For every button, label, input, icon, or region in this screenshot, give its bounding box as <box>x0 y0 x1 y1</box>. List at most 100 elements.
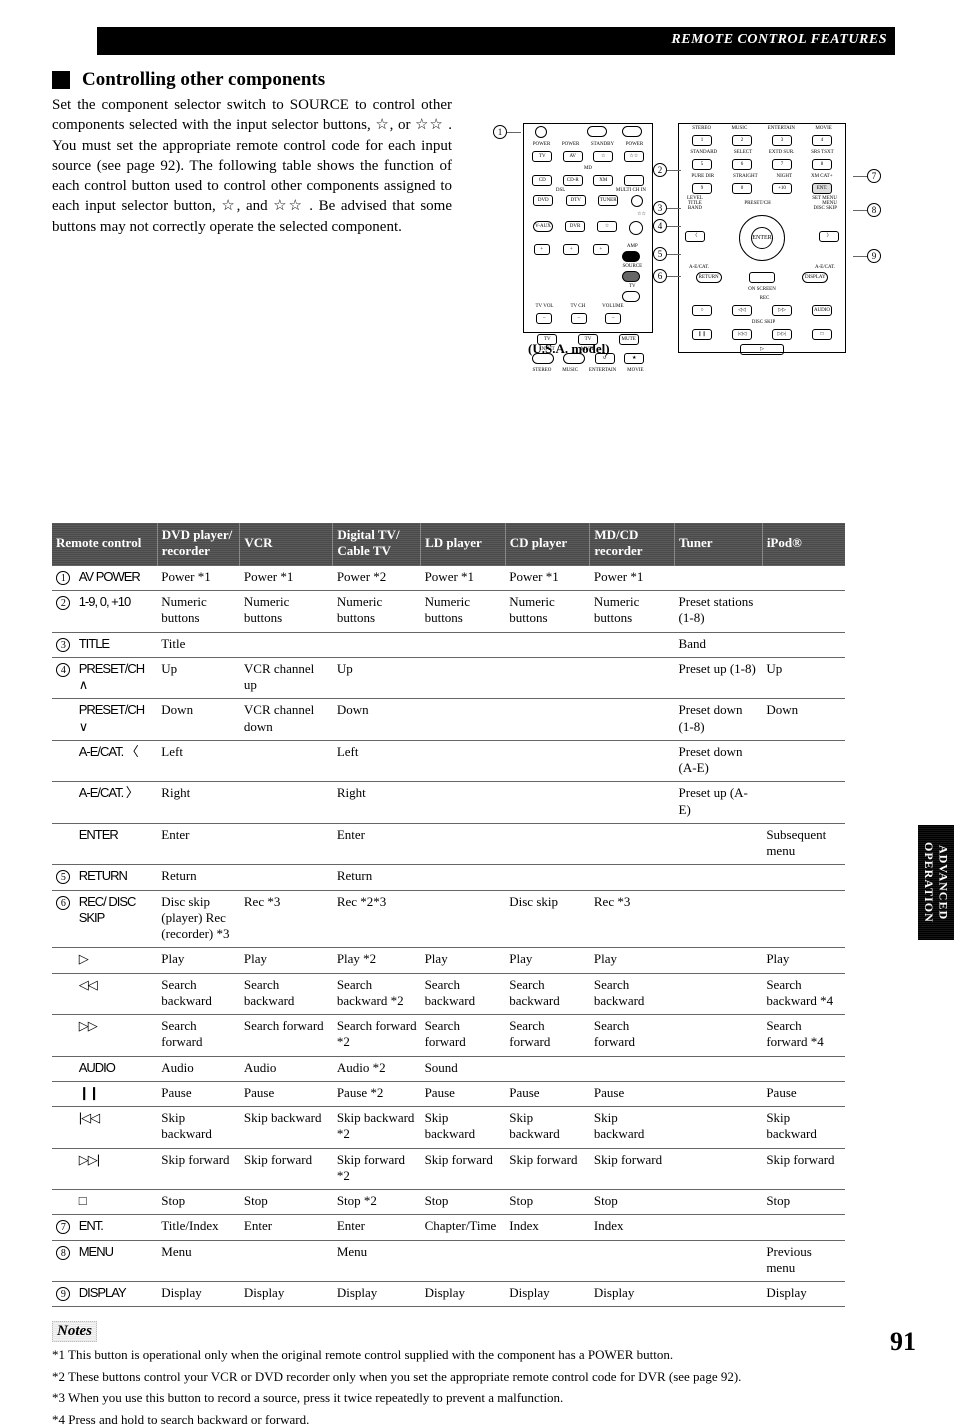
table-cell: Index <box>590 1215 675 1240</box>
table-cell: Pause <box>240 1081 333 1106</box>
table-cell: Display <box>421 1282 506 1307</box>
table-cell: Pause <box>590 1081 675 1106</box>
table-cell <box>675 1215 763 1240</box>
table-cell: Skip forward <box>505 1148 590 1190</box>
remote-control-label: PRESET/CH ∧ <box>75 657 158 699</box>
table-cell: Stop <box>590 1190 675 1215</box>
table-row: 5RETURNReturnReturn <box>52 865 845 890</box>
table-cell: Skip backward <box>240 1107 333 1149</box>
table-cell <box>675 1282 763 1307</box>
table-cell <box>505 865 590 890</box>
table-cell: Down <box>333 699 421 741</box>
table-cell: Skip backward <box>505 1107 590 1149</box>
remote-control-label: AV POWER <box>75 565 158 590</box>
table-row: ENTEREnterEnterSubsequent menu <box>52 823 845 865</box>
table-cell <box>590 823 675 865</box>
table-cell: Display <box>590 1282 675 1307</box>
table-cell: Search backward <box>157 973 240 1015</box>
table-cell: Chapter/Time <box>421 1215 506 1240</box>
table-cell: Power *1 <box>240 565 333 590</box>
table-row: A-E/CAT. 〈LeftLeftPreset down (A-E) <box>52 740 845 782</box>
table-cell: Play <box>505 948 590 973</box>
table-row: ▷PlayPlayPlay *2PlayPlayPlayPlay <box>52 948 845 973</box>
table-cell: Stop <box>762 1190 845 1215</box>
header-bar: REMOTE CONTROL FEATURES <box>97 27 895 55</box>
remote-control-label: REC/ DISC SKIP <box>75 890 158 948</box>
table-cell <box>675 890 763 948</box>
col-cd: CD player <box>505 523 590 566</box>
table-cell <box>675 1015 763 1057</box>
table-cell: Numeric buttons <box>333 591 421 633</box>
table-cell: Skip forward *2 <box>333 1148 421 1190</box>
table-cell: Play <box>240 948 333 973</box>
table-cell: Display <box>505 1282 590 1307</box>
table-row: 7ENT.Title/IndexEnterEnterChapter/TimeIn… <box>52 1215 845 1240</box>
table-cell: Right <box>333 782 421 824</box>
table-cell <box>240 740 333 782</box>
usa-model-label: (U.S.A. model) <box>528 341 610 357</box>
table-cell: Audio <box>157 1056 240 1081</box>
table-cell <box>421 865 506 890</box>
table-cell: Play <box>421 948 506 973</box>
table-cell: Skip forward <box>240 1148 333 1190</box>
remote-control-label: ENT. <box>75 1215 158 1240</box>
remote-right: STEREOMUSICENTERTAINMOVIE 1234 STANDARDS… <box>678 123 846 353</box>
table-cell: Subsequent menu <box>762 823 845 865</box>
table-cell: Up <box>157 657 240 699</box>
table-cell: Search backward <box>240 973 333 1015</box>
table-cell: Rec *3 <box>240 890 333 948</box>
table-cell <box>421 699 506 741</box>
remote-control-label: |◁◁ <box>75 1107 158 1149</box>
remote-control-label: MENU <box>75 1240 158 1282</box>
table-cell: Title/Index <box>157 1215 240 1240</box>
remote-control-label: RETURN <box>75 865 158 890</box>
table-cell <box>505 740 590 782</box>
table-cell <box>762 565 845 590</box>
table-cell: Search backward <box>590 973 675 1015</box>
remote-control-label: A-E/CAT. 〉 <box>75 782 158 824</box>
table-row: □StopStopStop *2StopStopStopStop <box>52 1190 845 1215</box>
table-cell: Search backward <box>505 973 590 1015</box>
table-cell: Power *1 <box>505 565 590 590</box>
table-row: 4PRESET/CH ∧UpVCR channel upUpPreset up … <box>52 657 845 699</box>
table-cell: Skip backward <box>762 1107 845 1149</box>
table-cell: Search forward <box>505 1015 590 1057</box>
table-cell: Pause <box>421 1081 506 1106</box>
table-cell: Skip backward *2 <box>333 1107 421 1149</box>
table-cell: VCR channel up <box>240 657 333 699</box>
remote-control-label: ▷▷| <box>75 1148 158 1190</box>
table-cell: Search backward <box>421 973 506 1015</box>
remote-left: POWERPOWERSTANDBYPOWER TVAV☆☆☆ MD CDCD-R… <box>523 123 653 333</box>
section-bullet-icon <box>52 71 70 89</box>
table-cell <box>240 865 333 890</box>
table-cell <box>675 1107 763 1149</box>
table-cell: Skip forward <box>157 1148 240 1190</box>
table-cell: Search forward *2 <box>333 1015 421 1057</box>
table-cell: Down <box>157 699 240 741</box>
table-cell: Enter <box>240 1215 333 1240</box>
table-cell: Previous menu <box>762 1240 845 1282</box>
table-cell <box>675 1056 763 1081</box>
table-cell: Stop <box>505 1190 590 1215</box>
table-cell <box>675 1240 763 1282</box>
table-row: 3TITLETitleBand <box>52 632 845 657</box>
table-cell <box>590 865 675 890</box>
function-table: Remote control DVD player/ recorder VCR … <box>52 523 845 1308</box>
table-cell: Numeric buttons <box>590 591 675 633</box>
table-cell: Numeric buttons <box>505 591 590 633</box>
note-line: *1 This button is operational only when … <box>52 1346 895 1364</box>
table-cell <box>762 782 845 824</box>
table-row: ▷▷|Skip forwardSkip forwardSkip forward … <box>52 1148 845 1190</box>
table-cell: Search forward <box>157 1015 240 1057</box>
table-cell <box>762 740 845 782</box>
col-ipod: iPod® <box>762 523 845 566</box>
table-cell <box>675 565 763 590</box>
remote-control-label: PRESET/CH ∨ <box>75 699 158 741</box>
table-cell <box>421 823 506 865</box>
table-cell: Rec *2*3 <box>333 890 421 948</box>
table-cell: VCR channel down <box>240 699 333 741</box>
table-cell <box>590 632 675 657</box>
table-cell: Preset up (A-E) <box>675 782 763 824</box>
table-cell <box>762 865 845 890</box>
table-cell: Skip forward <box>421 1148 506 1190</box>
